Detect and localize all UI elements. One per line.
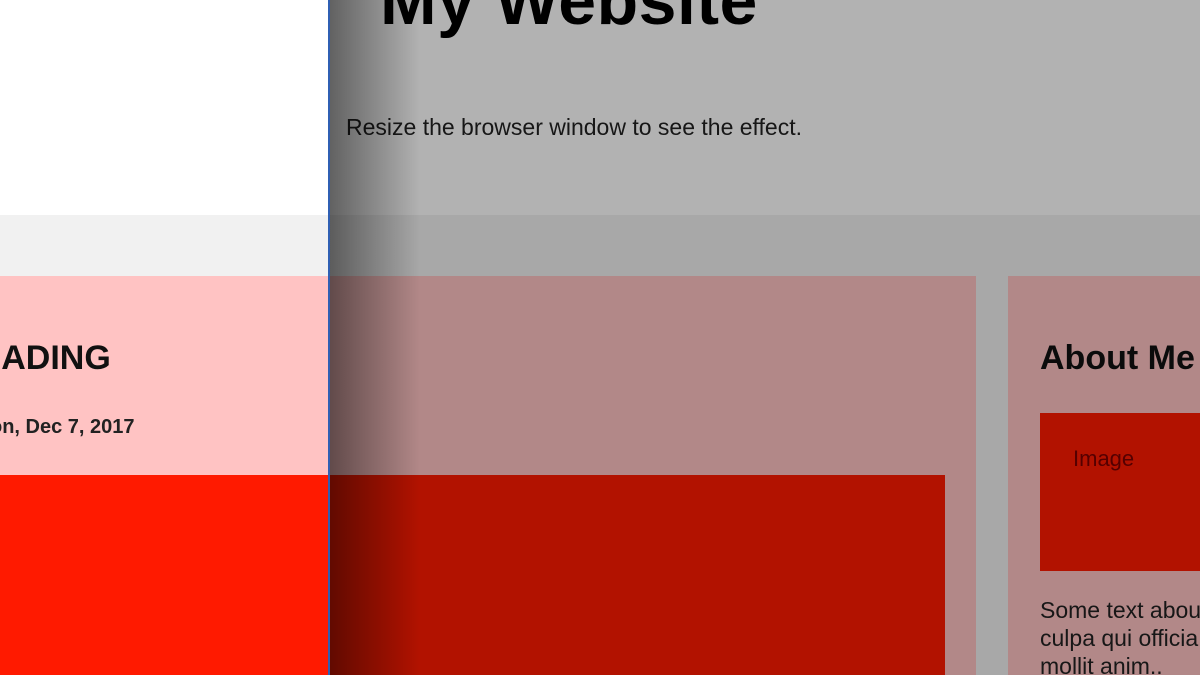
post-date: on, Dec 7, 2017 [0,416,135,438]
post-heading: HEADING [0,339,111,377]
post-header: HEADING on, Dec 7, 2017 [0,330,320,440]
overlay-shadow-edge [330,0,420,675]
screen: My Website Resize the browser window to … [0,0,1200,675]
dimmed-overlay [330,0,1200,675]
split-divider-line[interactable] [328,0,330,675]
